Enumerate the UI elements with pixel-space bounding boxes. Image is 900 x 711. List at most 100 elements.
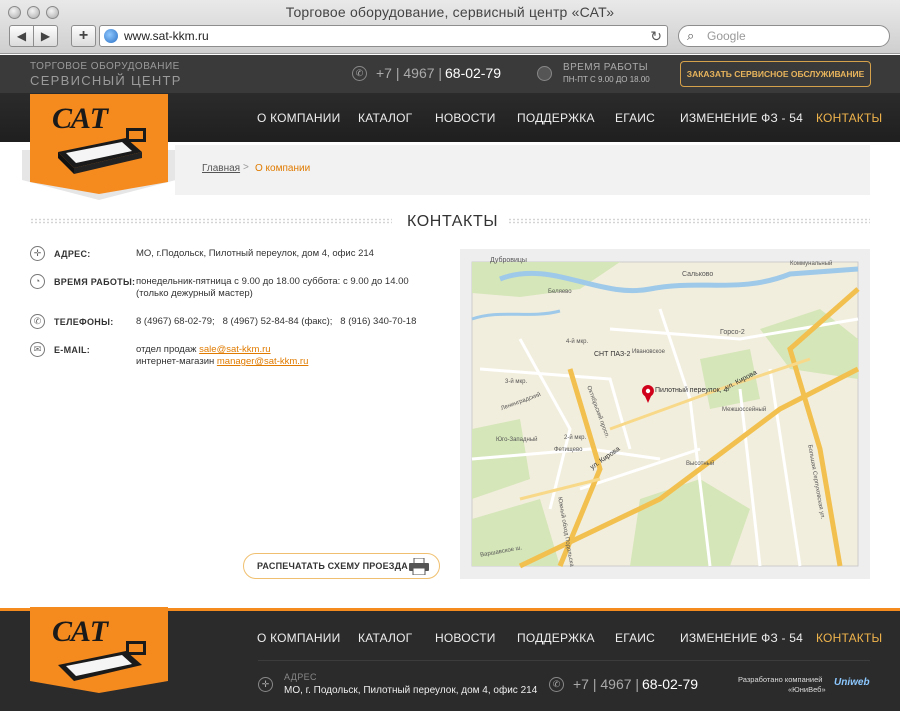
window-title: Торговое оборудование, сервисный центр «… — [285, 4, 615, 20]
hours-label: ВРЕМЯ РАБОТЫ: — [54, 277, 136, 287]
svg-text:САТ: САТ — [52, 102, 110, 135]
nav-item-about[interactable]: О КОМПАНИИ — [257, 111, 340, 125]
email-label: E-MAIL: — [54, 345, 91, 355]
footer-address-label: АДРЕС — [284, 672, 317, 682]
page-title: КОНТАКТЫ — [407, 213, 499, 230]
map-canvas — [471, 261, 860, 569]
footer-nav-fz54[interactable]: ИЗМЕНЕНИЕ ФЗ - 54 — [680, 631, 803, 645]
url-text: www.sat-kkm.ru — [124, 29, 209, 43]
title-divider-left — [30, 218, 392, 224]
browser-chrome: Торговое оборудование, сервисный центр «… — [0, 0, 900, 54]
map-label: 4-й мкр. — [566, 339, 589, 345]
phone-icon: ✆ — [352, 66, 367, 81]
hours-value: ПН-ПТ С 9.00 ДО 18.00 — [563, 75, 650, 84]
email-shop-link[interactable]: manager@sat-kkm.ru — [217, 356, 308, 367]
nav-item-catalog[interactable]: КАТАЛОГ — [358, 111, 412, 125]
logo-tip — [30, 182, 168, 194]
address-icon: ✛ — [30, 246, 45, 261]
map-label: СНТ ПАЗ-2 — [594, 351, 631, 358]
hours-line-1: понедельник-пятница с 9.00 до 18.00 субб… — [136, 276, 409, 287]
order-service-button[interactable]: ЗАКАЗАТЬ СЕРВИСНОЕ ОБСЛУЖИВАНИЕ — [680, 61, 871, 87]
tagline-2: СЕРВИСНЫЙ ЦЕНТР — [30, 73, 182, 88]
clock-icon: ◔ — [30, 274, 45, 289]
back-button[interactable]: ◀ — [9, 25, 34, 47]
nav-item-contacts[interactable]: КОНТАКТЫ — [816, 111, 882, 125]
hours-line-2: (только дежурный мастер) — [136, 288, 253, 299]
search-icon: ⌕ — [687, 28, 695, 43]
mail-icon: ✉ — [30, 342, 45, 357]
map-label: Дубровицы — [490, 257, 527, 264]
developer-line-1: Разработано компанией — [738, 675, 823, 684]
footer-nav-about[interactable]: О КОМПАНИИ — [257, 631, 340, 645]
breadcrumb-home[interactable]: Главная — [202, 163, 240, 174]
cash-register-icon: САТ — [52, 102, 146, 174]
footer-logo[interactable]: САТ — [30, 607, 168, 681]
phone-icon: ✆ — [549, 677, 564, 692]
print-route-label: РАСПЕЧАТАТЬ СХЕМУ ПРОЕЗДА — [257, 561, 408, 571]
footer-nav-egais[interactable]: ЕГАИС — [615, 631, 655, 645]
address-value: МО, г.Подольск, Пилотный переулок, дом 4… — [136, 248, 374, 259]
footer-nav-contacts[interactable]: КОНТАКТЫ — [816, 631, 882, 645]
breadcrumb-separator: > — [243, 162, 249, 173]
search-placeholder: Google — [707, 29, 746, 43]
map-label: Юго-Западный — [496, 437, 538, 443]
back-arrow-icon: ◀ — [16, 29, 27, 43]
location-map[interactable]: Пилотный переулок, 4 Дубровицы Сальково … — [460, 249, 870, 579]
footer-logo-tip — [30, 681, 168, 693]
map-label: 2-й мкр. — [564, 435, 587, 441]
search-field[interactable]: ⌕ Google — [678, 25, 890, 47]
footer-phone-number[interactable]: 68-02-79 — [642, 676, 698, 692]
breadcrumb: Главная > О компании — [175, 145, 870, 195]
nav-item-news[interactable]: НОВОСТИ — [435, 111, 496, 125]
email-sales-row: отдел продаж sale@sat-kkm.ru — [136, 344, 271, 356]
globe-icon — [104, 29, 118, 43]
svg-text:САТ: САТ — [52, 615, 110, 648]
developer-line-2: «ЮниВеб» — [788, 685, 826, 694]
tagline-1: ТОРГОВОЕ ОБОРУДОВАНИЕ — [30, 61, 180, 72]
map-label: Горсо-2 — [720, 329, 745, 336]
breadcrumb-current: О компании — [255, 163, 311, 174]
map-label: Ивановское — [632, 349, 665, 355]
nav-item-fz54[interactable]: ИЗМЕНЕНИЕ ФЗ - 54 — [680, 111, 803, 125]
top-info-bar: ТОРГОВОЕ ОБОРУДОВАНИЕ СЕРВИСНЫЙ ЦЕНТР ✆ … — [0, 55, 900, 94]
hours-label: ВРЕМЯ РАБОТЫ — [563, 62, 649, 73]
footer: САТ О КОМПАНИИ КАТАЛОГ НОВОСТИ ПОДДЕРЖКА… — [0, 607, 900, 711]
nav-item-support[interactable]: ПОДДЕРЖКА — [517, 111, 595, 125]
clock-icon — [537, 66, 552, 81]
site-logo[interactable]: САТ — [30, 94, 168, 182]
printer-icon — [409, 558, 429, 575]
footer-divider — [258, 660, 870, 661]
email-sales-label: отдел продаж — [136, 344, 197, 355]
header-phone-prefix: +7 | 4967 | — [376, 65, 443, 81]
header-phone-number[interactable]: 68-02-79 — [445, 65, 501, 81]
forward-button[interactable]: ▶ — [33, 25, 58, 47]
address-bar[interactable]: www.sat-kkm.ru ↻ — [99, 25, 668, 47]
title-divider-right — [508, 218, 870, 224]
email-shop-label: интернет-магазин — [136, 356, 215, 367]
map-label: Сальково — [682, 271, 714, 278]
map-label: Беляево — [548, 289, 572, 295]
footer-nav-support[interactable]: ПОДДЕРЖКА — [517, 631, 595, 645]
nav-item-egais[interactable]: ЕГАИС — [615, 111, 655, 125]
map-label: Высотный — [686, 461, 715, 467]
footer-address-value: МО, г. Подольск, Пилотный переулок, дом … — [284, 685, 538, 696]
email-sales-link[interactable]: sale@sat-kkm.ru — [199, 344, 270, 355]
address-label: АДРЕС: — [54, 249, 91, 259]
phones-value: 8 (4967) 68-02-79; 8 (4967) 52-84-84 (фа… — [136, 316, 417, 327]
map-marker-label: Пилотный переулок, 4 — [655, 387, 728, 394]
forward-arrow-icon: ▶ — [40, 29, 51, 43]
phones-label: ТЕЛЕФОНЫ: — [54, 317, 114, 327]
map-label: Коммунальный — [790, 261, 833, 267]
reload-icon[interactable]: ↻ — [650, 26, 662, 46]
footer-nav-news[interactable]: НОВОСТИ — [435, 631, 496, 645]
footer-phone-prefix: +7 | 4967 | — [573, 676, 640, 692]
footer-nav-catalog[interactable]: КАТАЛОГ — [358, 631, 412, 645]
new-tab-button[interactable]: + — [71, 25, 96, 47]
email-shop-row: интернет-магазин manager@sat-kkm.ru — [136, 356, 308, 368]
uniweb-logo[interactable]: Uniweb — [834, 677, 870, 688]
map-label: 3-й мкр. — [505, 379, 528, 385]
map-label: Межшоссейный — [722, 407, 767, 413]
plus-icon: + — [78, 27, 89, 44]
print-route-button[interactable]: РАСПЕЧАТАТЬ СХЕМУ ПРОЕЗДА — [243, 553, 440, 579]
map-label: Фетищево — [554, 447, 583, 453]
